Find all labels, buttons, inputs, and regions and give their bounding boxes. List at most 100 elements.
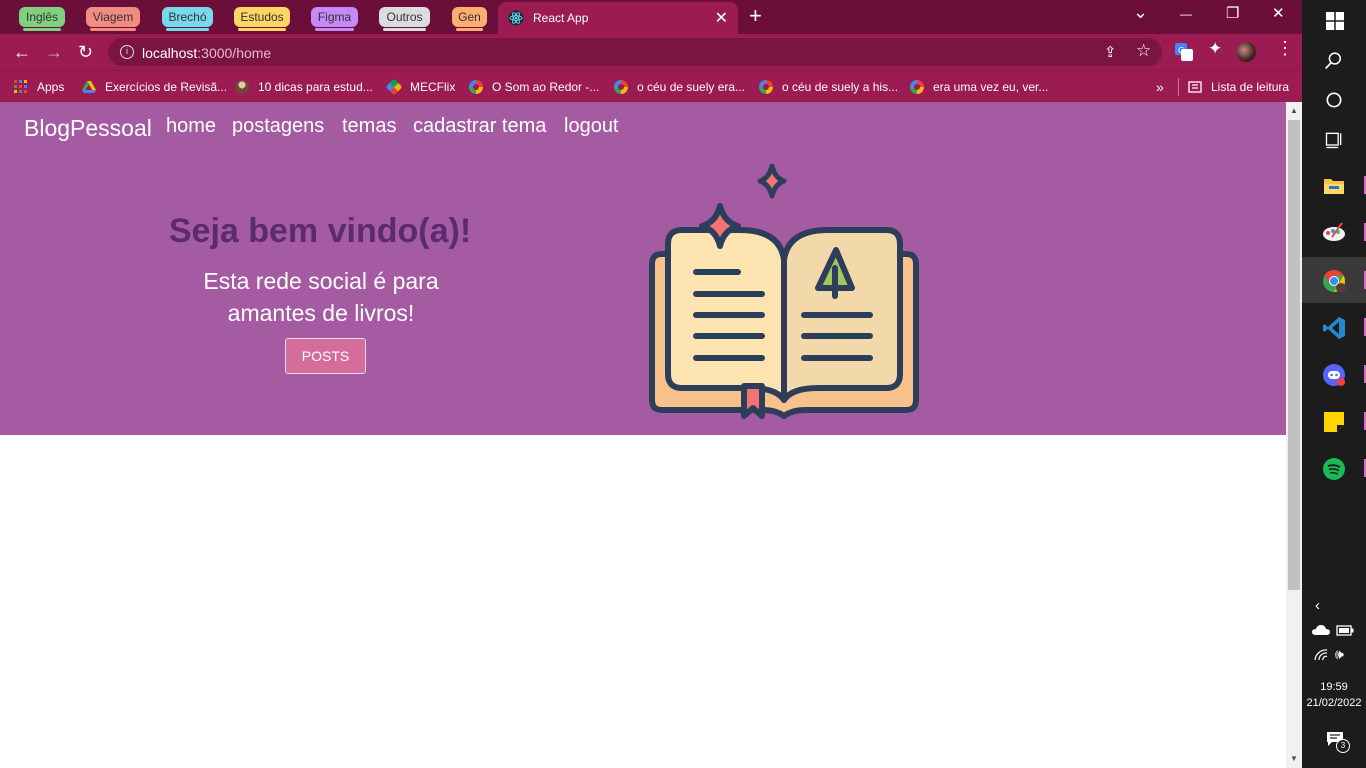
bookmark-10-dicas[interactable]: 10 dicas para estud...	[235, 78, 373, 96]
reload-button[interactable]: ↻	[78, 41, 93, 63]
tab-group-estudos[interactable]: Estudos	[234, 7, 290, 31]
windows-logo-icon	[1326, 12, 1344, 30]
tab-title: React App	[533, 11, 589, 25]
tab-strip: Inglês Viagem Brechó Estudos Figma Outro…	[0, 0, 1302, 36]
bookmark-label: MECFlix	[410, 80, 456, 94]
posts-button[interactable]: POSTS	[285, 338, 366, 374]
task-view-icon	[1325, 132, 1342, 149]
bookmarks-bar: Apps Exercícios de Revisã... 10 dicas pa…	[0, 70, 1302, 102]
taskbar-chrome[interactable]	[1302, 257, 1366, 303]
taskbar-task-view[interactable]	[1302, 117, 1366, 163]
mecflix-icon	[385, 78, 403, 96]
bookmark-star-icon[interactable]: ☆	[1136, 41, 1151, 61]
back-button[interactable]: ←	[13, 41, 31, 63]
bookmark-label: Apps	[37, 80, 65, 94]
volume-icon[interactable]: 🕪	[1335, 646, 1344, 663]
open-book-illustration	[649, 164, 919, 419]
clock-time: 19:59	[1320, 681, 1348, 693]
bookmarks-overflow-button[interactable]: »	[1156, 78, 1164, 96]
bookmark-label: era uma vez eu, ver...	[933, 80, 1049, 94]
chrome-menu-icon[interactable]: ⋮	[1276, 38, 1294, 59]
url-host: localhost	[142, 45, 198, 61]
bookmark-label: Exercícios de Revisã...	[105, 80, 228, 94]
scroll-up-arrow-icon[interactable]: ▲	[1290, 106, 1298, 115]
welcome-subtitle: Esta rede social é para amantes de livro…	[203, 268, 439, 326]
google-icon	[759, 80, 773, 94]
tab-group-outros[interactable]: Outros	[379, 7, 430, 31]
tab-close-icon[interactable]: ✕	[715, 8, 728, 28]
nav-link-cadastrar-tema[interactable]: cadastrar tema	[413, 115, 546, 138]
battery-icon[interactable]	[1336, 624, 1354, 636]
tray-expand-chevron-icon[interactable]: ‹	[1315, 597, 1320, 614]
react-icon	[508, 10, 524, 26]
brand-logo[interactable]: BlogPessoal	[24, 115, 152, 142]
bookmark-label: O Som ao Redor -...	[492, 80, 600, 94]
taskbar-discord[interactable]	[1302, 351, 1366, 397]
folder-icon	[1324, 179, 1344, 194]
cortana-icon	[1326, 92, 1342, 108]
url-text[interactable]: localhost:3000/home	[142, 45, 271, 61]
onedrive-cloud-icon[interactable]	[1312, 624, 1330, 636]
chrome-icon	[1323, 270, 1346, 293]
translate-extension-icon[interactable]: G	[1175, 43, 1193, 61]
tab-react-app[interactable]: React App ✕	[498, 2, 738, 36]
page-scrollbar[interactable]: ▲ ▼	[1286, 102, 1302, 768]
site-info-icon[interactable]: i	[120, 45, 134, 59]
profile-icon	[235, 80, 249, 94]
welcome-title: Seja bem vindo(a)!	[168, 212, 472, 250]
hero-navbar: BlogPessoal home postagens temas cadastr…	[0, 102, 1286, 435]
bookmark-label: 10 dicas para estud...	[258, 80, 373, 94]
vscode-icon	[1323, 317, 1345, 339]
wifi-icon[interactable]	[1313, 648, 1329, 662]
taskbar-clock[interactable]: 19:59 21/02/2022	[1302, 679, 1366, 711]
svg-text:G: G	[1178, 46, 1184, 55]
nav-link-postagens[interactable]: postagens	[232, 115, 324, 138]
share-icon[interactable]: ⇪	[1104, 43, 1117, 61]
bookmark-apps[interactable]: Apps	[14, 78, 64, 96]
tab-group-ingles[interactable]: Inglês	[19, 7, 65, 31]
tab-search-dropdown-icon[interactable]: ⌄	[1133, 2, 1148, 23]
discord-icon	[1323, 364, 1345, 386]
profile-avatar[interactable]	[1236, 42, 1256, 62]
taskbar-file-explorer[interactable]	[1302, 162, 1366, 208]
bookmark-ceu-de-suely-2[interactable]: o céu de suely a his...	[759, 78, 898, 96]
scroll-down-arrow-icon[interactable]: ▼	[1290, 754, 1298, 763]
restore-button[interactable]: ❐	[1226, 4, 1239, 22]
forward-button[interactable]: →	[45, 41, 63, 63]
bookmark-mecflix[interactable]: MECFlix	[385, 78, 456, 96]
taskbar-vscode[interactable]	[1302, 304, 1366, 350]
bookmark-era-uma-vez-eu[interactable]: era uma vez eu, ver...	[910, 78, 1048, 96]
search-icon	[1325, 52, 1341, 70]
clock-date: 21/02/2022	[1306, 697, 1362, 709]
minimize-button[interactable]: —	[1180, 7, 1192, 21]
bookmark-label: o céu de suely a his...	[782, 80, 899, 94]
paint-palette-icon	[1323, 222, 1345, 241]
scroll-thumb[interactable]	[1288, 120, 1300, 590]
nav-link-temas[interactable]: temas	[342, 115, 396, 138]
page-viewport: BlogPessoal home postagens temas cadastr…	[0, 102, 1286, 768]
nav-link-home[interactable]: home	[166, 115, 216, 138]
tab-group-gen[interactable]: Gen	[452, 7, 487, 31]
windows-taskbar: ‹ 🕪 19:59 21/02/2022 3	[1302, 0, 1366, 768]
taskbar-paint-app[interactable]	[1302, 209, 1366, 255]
tab-group-brecho[interactable]: Brechó	[162, 7, 213, 31]
taskbar-spotify[interactable]	[1302, 445, 1366, 491]
close-window-button[interactable]: ✕	[1272, 4, 1285, 22]
url-path: :3000/home	[197, 45, 272, 61]
extensions-puzzle-icon[interactable]: ✦	[1208, 39, 1222, 59]
new-tab-button[interactable]: +	[749, 4, 762, 28]
bookmark-ceu-de-suely-1[interactable]: o céu de suely era...	[614, 78, 745, 96]
browser-window: Inglês Viagem Brechó Estudos Figma Outro…	[0, 0, 1302, 768]
bookmark-o-som-ao-redor[interactable]: O Som ao Redor -...	[469, 78, 599, 96]
nav-link-logout[interactable]: logout	[564, 115, 619, 138]
bookmark-label: o céu de suely era...	[637, 80, 746, 94]
tab-group-viagem[interactable]: Viagem	[86, 7, 140, 31]
notification-count-badge: 3	[1336, 739, 1350, 753]
screen: Inglês Viagem Brechó Estudos Figma Outro…	[0, 0, 1366, 768]
bookmark-exercicios[interactable]: Exercícios de Revisã...	[82, 78, 227, 96]
address-bar[interactable]: i localhost:3000/home ⇪ ☆	[108, 38, 1162, 66]
tab-group-figma[interactable]: Figma	[311, 7, 358, 31]
reading-list-icon	[1188, 81, 1202, 93]
taskbar-sticky-notes[interactable]	[1302, 398, 1366, 444]
reading-list-button[interactable]: Lista de leitura	[1178, 78, 1289, 96]
